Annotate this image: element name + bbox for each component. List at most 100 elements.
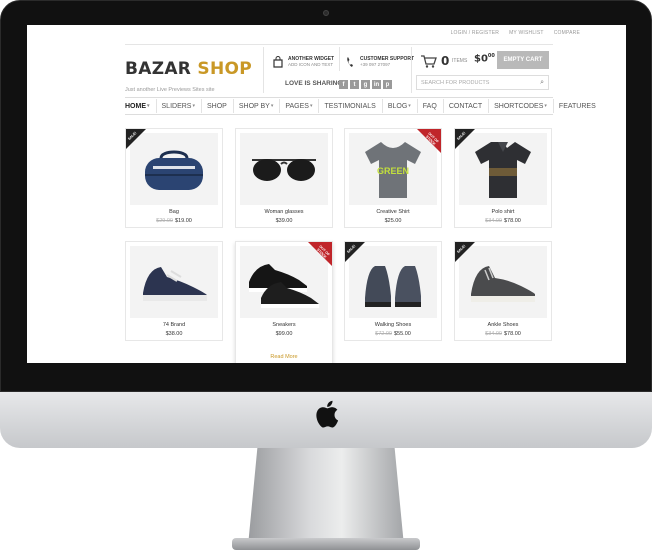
product-card[interactable]: GREEN Creative Shirt $25.00 OUT OF STOCK [344,128,442,228]
product-old-price: $72.00 [375,331,392,337]
product-price: $25.00 [345,218,441,224]
nav-bottom-border [125,114,553,115]
product-current-price: $39.00 [275,218,293,224]
nav-item-sliders[interactable]: SLIDERS ▾ [162,99,202,113]
nav-item-label: CONTACT [448,102,483,110]
header-divider-v2 [339,47,340,71]
nav-item-faq[interactable]: FAQ [423,99,444,113]
support-phone: +39 097 27097 [360,62,391,67]
shopping-bag-icon [273,56,283,68]
product-image-sunglasses[interactable] [240,133,328,205]
chevron-down-icon: ▾ [309,103,313,109]
nav-item-label: SHOP [207,102,227,110]
product-name[interactable]: 74 Brand [126,322,222,328]
product-name[interactable]: Sneakers [236,322,332,328]
search-input[interactable]: SEARCH FOR PRODUCTS ⌕ [416,75,549,90]
facebook-icon[interactable]: f [339,80,348,89]
widget-subtitle: ADD ICON AND TEXT [288,62,334,67]
cart-total-cents: 00 [487,53,495,59]
product-price: $38.00 [126,331,222,337]
product-name[interactable]: Walking Shoes [345,322,441,328]
product-card[interactable]: Woman glasses $39.00 [235,128,333,228]
nav-item-label: SHOP BY [238,102,270,110]
product-old-price: $34.00 [485,218,502,224]
product-name[interactable]: Polo shirt [455,209,551,215]
read-more-link[interactable]: Read More [236,354,332,360]
nav-item-features[interactable]: FEATURES [559,99,602,113]
search-icon[interactable]: ⌕ [540,79,544,87]
nav-item-testimonials[interactable]: TESTIMONIALS [324,99,383,113]
nav-item-pages[interactable]: PAGES ▾ [285,99,320,113]
product-card[interactable]: Bag $29.00 $19.00 SALE! [125,128,223,228]
nav-item-contact[interactable]: CONTACT [448,99,490,113]
product-card[interactable]: Walking Shoes $72.00 $55.00 SALE! [344,241,442,341]
sharing-label: LOVE IS SHARING [285,80,343,87]
nav-item-label: TESTIMONIALS [324,102,376,110]
nav-item-label: FAQ [422,102,437,110]
pinterest-icon[interactable]: p [383,80,392,89]
nav-item-label: FEATURES [558,102,596,110]
linkedin-icon[interactable]: in [372,80,381,89]
nav-item-blog[interactable]: BLOG ▾ [388,99,418,113]
empty-cart-button[interactable]: EMPTY CART [497,51,549,69]
cart-total: $000 [474,53,495,64]
nav-item-shop[interactable]: SHOP [207,99,234,113]
chevron-down-icon: ▾ [192,103,195,109]
twitter-icon[interactable]: t [350,80,359,89]
product-card[interactable]: Polo shirt $34.00 $78.00 SALE! [454,128,552,228]
product-name[interactable]: Bag [126,209,222,215]
search-placeholder: SEARCH FOR PRODUCTS [421,79,490,86]
header-divider-v3 [411,47,412,93]
product-current-price: $38.00 [165,331,183,337]
product-name[interactable]: Creative Shirt [345,209,441,215]
product-old-price: $34.00 [485,331,502,337]
main-navigation: HOME ▾ SLIDERS ▾ SHOP SHOP BY ▾ PAGES ▾ TESTIMONI… [125,99,607,113]
nav-item-shortcodes[interactable]: SHORTCODES ▾ [494,99,554,113]
top-links: LOGIN / REGISTER MY WISHLIST COMPARE [451,30,580,36]
nav-item-label: SLIDERS [161,102,192,110]
product-old-price: $29.00 [156,218,173,224]
another-widget: ANOTHER WIDGET ADD ICON AND TEXT [273,51,334,73]
cart-icon[interactable] [421,55,437,71]
nav-item-shop-by[interactable]: SHOP BY ▾ [239,99,281,113]
nav-item-label: SHORTCODES [494,102,544,110]
site-logo[interactable]: BAZAR SHOP [125,59,252,79]
nav-item-label: BLOG [387,102,408,110]
customer-support-widget: CUSTOMER SUPPORT +39 097 27097 [345,51,414,73]
wishlist-link[interactable]: MY WISHLIST [509,30,544,36]
product-price: $34.00 $78.00 [455,331,551,337]
product-card[interactable]: Ankle Shoes $34.00 $78.00 SALE! [454,241,552,341]
product-image-navy-sneaker[interactable] [130,246,218,318]
chevron-down-icon: ▾ [147,103,150,109]
cart-total-amount: $0 [474,53,488,65]
product-card[interactable]: Sneakers $99.00 Read More OUT OF STOCK [235,241,333,363]
login-register-link[interactable]: LOGIN / REGISTER [451,30,500,36]
monitor-stand [248,448,404,546]
compare-link[interactable]: COMPARE [554,30,580,36]
logo-main-text: BAZAR [125,59,192,79]
product-name[interactable]: Woman glasses [236,209,332,215]
cart-items-label: ITEMS [452,58,468,64]
product-current-price: $78.00 [504,331,521,337]
product-current-price: $99.00 [275,331,293,337]
apple-logo-icon [313,399,339,429]
chevron-down-icon: ▾ [544,103,547,109]
product-price: $39.00 [236,218,332,224]
product-price: $29.00 $19.00 [126,218,222,224]
monitor-bezel: LOGIN / REGISTER MY WISHLIST COMPARE BAZ… [0,0,652,392]
google-plus-icon[interactable]: g [361,80,370,89]
logo-accent-text: SHOP [197,59,253,79]
site-tagline: Just another Live Previews Sites site [125,87,215,93]
nav-item-home[interactable]: HOME ▾ [125,99,157,113]
nav-item-label: HOME [125,102,146,110]
product-name[interactable]: Ankle Shoes [455,322,551,328]
nav-item-label: PAGES [285,102,309,110]
nav-top-border [125,97,553,98]
product-current-price: $25.00 [384,218,402,224]
product-price: $99.00 [236,331,332,337]
cart-count: 0 [441,54,450,68]
phone-icon [345,56,355,68]
product-card[interactable]: 74 Brand $38.00 [125,241,223,341]
product-current-price: $19.00 [175,218,192,224]
website-screen: LOGIN / REGISTER MY WISHLIST COMPARE BAZ… [27,25,626,363]
